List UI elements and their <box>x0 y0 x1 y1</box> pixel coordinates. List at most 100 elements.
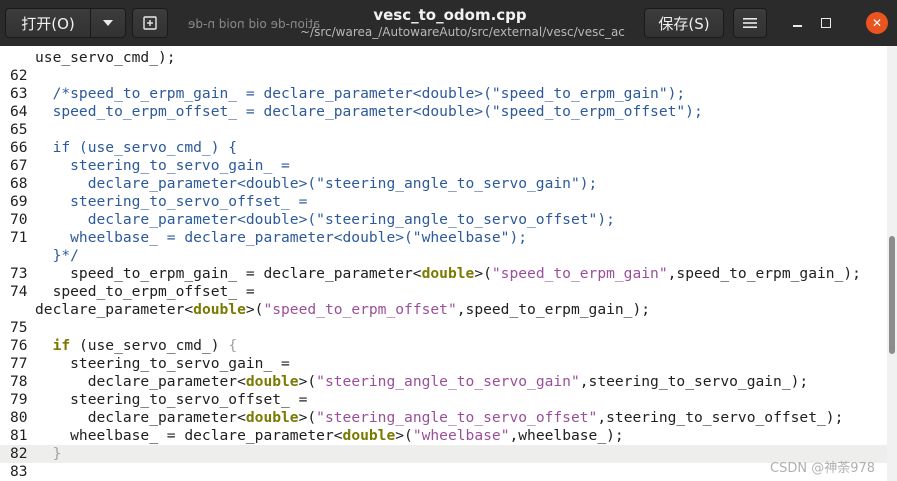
code-token: double <box>193 301 246 318</box>
code-text: speed_to_erpm_gain_ = declare_parameter<… <box>35 265 861 283</box>
line-number: 78 <box>10 373 28 390</box>
code-text: speed_to_erpm_offset_ = declare_paramete… <box>35 103 703 121</box>
code-text: wheelbase_ = declare_parameter<double>("… <box>35 427 624 445</box>
code-text: declare_parameter<double>("steering_angl… <box>35 175 598 193</box>
code-line[interactable]: 65 <box>0 121 887 139</box>
code-token: { <box>228 337 238 354</box>
code-token: }*/ <box>35 247 79 264</box>
line-number: 81 <box>10 427 28 444</box>
code-token: if <box>52 337 71 354</box>
code-line[interactable]: 81 wheelbase_ = declare_parameter<double… <box>0 427 887 445</box>
close-button[interactable]: ✕ <box>866 12 888 34</box>
code-line[interactable]: }*/ <box>0 247 887 265</box>
code-line[interactable]: 67 steering_to_servo_gain_ = <box>0 157 887 175</box>
code-line[interactable]: 75 <box>0 319 887 337</box>
scrollbar[interactable] <box>887 46 897 481</box>
code-line[interactable]: 82 } <box>0 445 887 463</box>
code-token: speed_to_erpm_offset_ = declare_paramete… <box>35 103 703 120</box>
code-text: speed_to_erpm_offset_ = <box>35 283 255 301</box>
code-token: use_servo_cmd_); <box>35 49 176 66</box>
code-token: "steering_angle_to_servo_gain" <box>316 373 580 390</box>
code-text: }*/ <box>35 247 79 265</box>
line-number: 75 <box>10 319 28 336</box>
line-number: 74 <box>10 283 28 300</box>
code-line[interactable]: 80 declare_parameter<double>("steering_a… <box>0 409 887 427</box>
code-line[interactable]: use_servo_cmd_); <box>0 49 887 67</box>
code-token: "speed_to_erpm_gain" <box>491 265 668 282</box>
code-token: >( <box>395 427 413 444</box>
line-number: 69 <box>10 193 28 210</box>
line-number: 76 <box>10 337 28 354</box>
line-number: 70 <box>10 211 28 228</box>
code-line[interactable]: 63 /*speed_to_erpm_gain_ = declare_param… <box>0 85 887 103</box>
code-token: wheelbase_ = declare_parameter<double>("… <box>35 229 528 246</box>
header-bar: 打开(O) ation-de oid noid n-de vesc_to_odo… <box>0 0 897 46</box>
new-tab-button[interactable] <box>132 8 168 38</box>
code-token: "speed_to_erpm_offset" <box>263 301 457 318</box>
watermark: CSDN @神荼978 <box>770 461 876 476</box>
code-text: steering_to_servo_gain_ = <box>35 355 290 373</box>
code-token: } <box>52 445 62 462</box>
code-token: (use_servo_cmd_) <box>70 337 229 354</box>
code-token: declare_parameter<double>("steering_angl… <box>35 175 598 192</box>
code-line[interactable]: 77 steering_to_servo_gain_ = <box>0 355 887 373</box>
code-token: ,steering_to_servo_gain_); <box>579 373 809 390</box>
code-token: steering_to_servo_gain_ = <box>35 355 290 372</box>
line-number: 77 <box>10 355 28 372</box>
code-text: declare_parameter<double>("speed_to_erpm… <box>35 301 650 319</box>
code-text: declare_parameter<double>("steering_angl… <box>35 373 809 391</box>
maximize-icon <box>821 18 831 28</box>
code-line[interactable]: 69 steering_to_servo_offset_ = <box>0 193 887 211</box>
code-token: >( <box>474 265 492 282</box>
save-button[interactable]: 保存(S) <box>644 8 724 38</box>
code-token: wheelbase_ = declare_parameter< <box>35 427 343 444</box>
code-token: double <box>245 373 299 390</box>
code-line[interactable]: 70 declare_parameter<double>("steering_a… <box>0 211 887 229</box>
code-token: ,steering_to_servo_offset_); <box>597 409 844 426</box>
code-token: double <box>421 265 475 282</box>
code-line[interactable]: 83 <box>0 463 887 481</box>
code-line[interactable]: 73 speed_to_erpm_gain_ = declare_paramet… <box>0 265 887 283</box>
code-line[interactable]: 74 speed_to_erpm_offset_ = <box>0 283 887 301</box>
code-line[interactable]: 79 steering_to_servo_offset_ = <box>0 391 887 409</box>
code-token: steering_to_servo_offset_ = <box>35 391 308 408</box>
code-line[interactable]: 64 speed_to_erpm_offset_ = declare_param… <box>0 103 887 121</box>
line-number: 71 <box>10 229 28 246</box>
code-line[interactable]: 68 declare_parameter<double>("steering_a… <box>0 175 887 193</box>
menu-button[interactable] <box>733 8 767 38</box>
code-token: >( <box>245 301 264 318</box>
line-number: 79 <box>10 391 28 408</box>
open-dropdown-button[interactable] <box>90 8 126 38</box>
minimize-button[interactable] <box>786 12 808 34</box>
code-text: } <box>35 445 62 463</box>
maximize-button[interactable] <box>815 12 837 34</box>
code-line[interactable]: 76 if (use_servo_cmd_) { <box>0 337 887 355</box>
scrollbar-thumb[interactable] <box>889 236 895 354</box>
code-text: declare_parameter<double>("steering_angl… <box>35 211 615 229</box>
line-number: 82 <box>10 445 28 462</box>
open-button[interactable]: 打开(O) <box>5 8 91 38</box>
code-line[interactable]: declare_parameter<double>("speed_to_erpm… <box>0 301 887 319</box>
code-line[interactable]: 71 wheelbase_ = declare_parameter<double… <box>0 229 887 247</box>
code-editor[interactable]: use_servo_cmd_); 62 63 /*speed_to_erpm_gai… <box>0 46 887 481</box>
code-line[interactable]: 62 <box>0 67 887 85</box>
code-line[interactable]: 66 if (use_servo_cmd_) { <box>0 139 887 157</box>
line-number: 73 <box>10 265 28 282</box>
code-token: ,speed_to_erpm_gain_); <box>667 265 861 282</box>
code-text: if (use_servo_cmd_) { <box>35 337 238 355</box>
code-token: declare_parameter<double>("steering_angl… <box>35 211 615 228</box>
code-line[interactable]: 78 declare_parameter<double>("steering_a… <box>0 373 887 391</box>
code-token: declare_parameter< <box>35 301 194 318</box>
code-token: >( <box>298 373 317 390</box>
code-text: steering_to_servo_offset_ = <box>35 193 307 211</box>
code-text: /*speed_to_erpm_gain_ = declare_paramete… <box>35 85 686 103</box>
close-icon: ✕ <box>871 16 883 30</box>
code-token: speed_to_erpm_gain_ = declare_parameter< <box>35 265 422 282</box>
code-token: steering_to_servo_gain_ = <box>35 157 290 174</box>
code-token: declare_parameter< <box>35 409 246 426</box>
line-number: 63 <box>10 85 28 102</box>
code-token: declare_parameter< <box>35 373 246 390</box>
line-number: 67 <box>10 157 28 174</box>
